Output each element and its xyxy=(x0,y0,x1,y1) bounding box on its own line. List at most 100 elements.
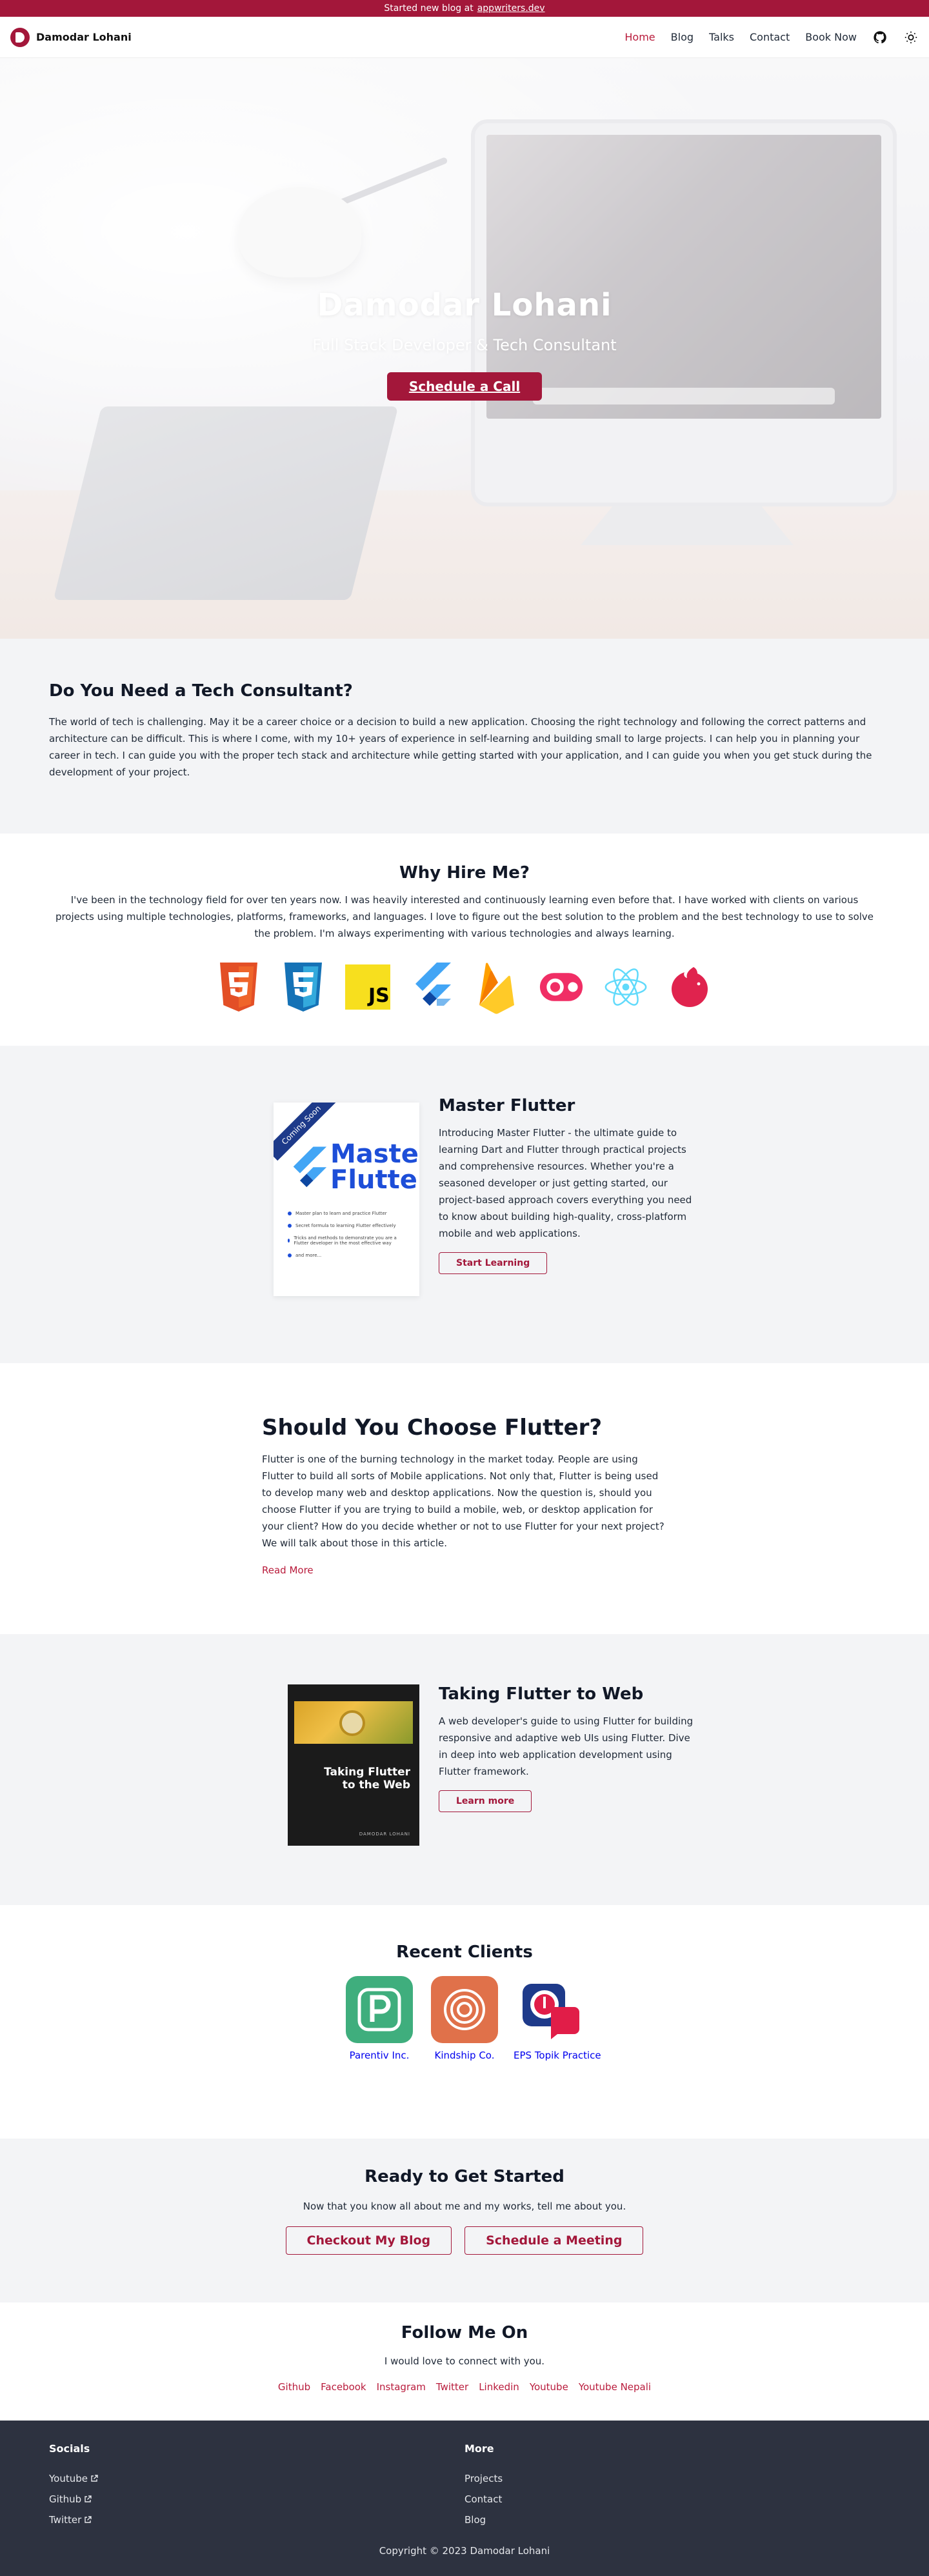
html5-icon xyxy=(216,961,261,1013)
ready-body: Now that you know all about me and my wo… xyxy=(303,2201,626,2212)
choose-flutter-title: Should You Choose Flutter? xyxy=(262,1415,603,1441)
master-flutter-cover-title: Master Flutter xyxy=(330,1139,419,1195)
footer-link-blog[interactable]: Blog xyxy=(464,2514,880,2526)
consultant-body: The world of tech is challenging. May it… xyxy=(49,716,872,778)
hero-title: Damodar Lohani xyxy=(317,287,612,323)
list-item: Tricks and methods to demonstrate you ar… xyxy=(288,1235,408,1246)
nav-link-book-now[interactable]: Book Now xyxy=(805,31,857,43)
footer-socials: Socials Youtube Github Twitter xyxy=(49,2442,464,2535)
checkout-blog-button[interactable]: Checkout My Blog xyxy=(285,2226,452,2255)
follow-link-linkedin[interactable]: Linkedin xyxy=(479,2381,519,2393)
follow-body: I would love to connect with you. xyxy=(384,2355,545,2367)
nav-link-home[interactable]: Home xyxy=(624,31,655,43)
follow-link-instagram[interactable]: Instagram xyxy=(377,2381,426,2393)
svg-text:JS: JS xyxy=(367,984,390,1007)
appwrite-icon xyxy=(539,961,584,1013)
kindship-logo-icon xyxy=(431,1976,498,2043)
eps-topik-logo-icon xyxy=(516,1976,583,2043)
follow-link-facebook[interactable]: Facebook xyxy=(321,2381,366,2393)
schedule-call-button[interactable]: Schedule a Call xyxy=(386,372,543,401)
footer-more-title: More xyxy=(464,2442,494,2455)
client-kindship[interactable]: Kindship Co. xyxy=(428,1976,501,2061)
footer-columns: Socials Youtube Github Twitter More Proj… xyxy=(49,2442,880,2535)
parentiv-logo-icon xyxy=(346,1976,413,2043)
footer-link-twitter[interactable]: Twitter xyxy=(49,2514,464,2526)
client-name: EPS Topik Practice xyxy=(514,2050,601,2061)
consultant-section: Do You Need a Tech Consultant? The world… xyxy=(0,639,929,834)
follow-links: Github Facebook Instagram Twitter Linked… xyxy=(0,2381,929,2393)
nav-link-blog[interactable]: Blog xyxy=(671,31,694,43)
footer-socials-title: Socials xyxy=(49,2442,90,2455)
why-hire-section: Why Hire Me? I've been in the technology… xyxy=(0,848,929,1046)
why-hire-title: Why Hire Me? xyxy=(399,863,530,883)
footer-link-projects[interactable]: Projects xyxy=(464,2473,880,2484)
follow-section: Follow Me On I would love to connect wit… xyxy=(0,2302,929,2421)
footer-link-github[interactable]: Github xyxy=(49,2493,464,2505)
choose-flutter-section: Should You Choose Flutter? Flutter is on… xyxy=(0,1363,929,1634)
github-icon[interactable] xyxy=(872,30,888,45)
nestjs-icon xyxy=(668,961,713,1013)
ready-title: Ready to Get Started xyxy=(365,2167,564,2186)
follow-link-twitter[interactable]: Twitter xyxy=(436,2381,468,2393)
flutter-web-title: Taking Flutter to Web xyxy=(439,1684,644,1704)
master-flutter-body: Introducing Master Flutter - the ultimat… xyxy=(439,1127,692,1239)
list-item: and more... xyxy=(288,1253,408,1258)
sun-icon[interactable] xyxy=(903,30,919,45)
learn-more-button[interactable]: Learn more xyxy=(439,1790,532,1812)
client-eps-topik[interactable]: EPS Topik Practice xyxy=(514,1976,601,2061)
choose-flutter-body: Flutter is one of the burning technology… xyxy=(262,1453,664,1549)
brand-link[interactable]: Damodar Lohani xyxy=(10,27,132,47)
ready-buttons: Checkout My Blog Schedule a Meeting xyxy=(0,2226,929,2255)
footer-more: More Projects Contact Blog xyxy=(464,2442,880,2535)
flutter-web-body: A web developer's guide to using Flutter… xyxy=(439,1715,694,1777)
flutter-web-cover-image xyxy=(294,1701,413,1744)
list-item: Master plan to learn and practice Flutte… xyxy=(288,1211,408,1216)
announcement-link[interactable]: appwriters.dev xyxy=(477,3,545,14)
footer-copyright: Copyright © 2023 Damodar Lohani xyxy=(379,2545,550,2557)
external-link-icon xyxy=(91,2475,98,2482)
start-learning-button[interactable]: Start Learning xyxy=(439,1252,548,1274)
footer: Socials Youtube Github Twitter More Proj… xyxy=(0,2421,929,2576)
master-flutter-title: Master Flutter xyxy=(439,1096,575,1115)
announcement-text: Started new blog at xyxy=(384,3,474,14)
follow-link-github[interactable]: Github xyxy=(278,2381,310,2393)
clients-row: Parentiv Inc. Kindship Co. EPS Topik Pra… xyxy=(0,1976,929,2061)
firebase-icon xyxy=(474,961,519,1014)
read-more-link[interactable]: Read More xyxy=(262,1564,314,1576)
footer-link-youtube[interactable]: Youtube xyxy=(49,2473,464,2484)
announcement-bar: Started new blog at appwriters.dev xyxy=(0,0,929,17)
nav-link-contact[interactable]: Contact xyxy=(750,31,790,43)
follow-title: Follow Me On xyxy=(401,2323,528,2342)
hero-section: Damodar Lohani Full Stack Developer & Te… xyxy=(0,58,929,639)
nav-link-talks[interactable]: Talks xyxy=(709,31,734,43)
section-divider xyxy=(0,834,929,848)
schedule-meeting-button[interactable]: Schedule a Meeting xyxy=(464,2226,644,2255)
flutter-web-section: Taking Flutter to the Web DAMODAR LOHANI… xyxy=(0,1634,929,1905)
clients-title: Recent Clients xyxy=(396,1942,533,1962)
client-name: Parentiv Inc. xyxy=(349,2050,410,2061)
list-item: Secret formula to learning Flutter effec… xyxy=(288,1223,408,1228)
follow-link-youtube[interactable]: Youtube xyxy=(530,2381,568,2393)
external-link-icon xyxy=(85,2495,92,2502)
client-parentiv[interactable]: Parentiv Inc. xyxy=(343,1976,415,2061)
choose-flutter-content: Should You Choose Flutter? Flutter is on… xyxy=(262,1415,668,1576)
footer-link-contact[interactable]: Contact xyxy=(464,2493,880,2505)
flutter-web-cover-author: DAMODAR LOHANI xyxy=(359,1832,410,1837)
navbar: Damodar Lohani Home Blog Talks Contact B… xyxy=(0,17,929,58)
flutter-web-info: Taking Flutter to Web A web developer's … xyxy=(439,1684,697,1812)
ready-section: Ready to Get Started Now that you know a… xyxy=(0,2139,929,2302)
react-icon xyxy=(603,961,648,1013)
brand-name: Damodar Lohani xyxy=(36,31,132,43)
hero-content: Damodar Lohani Full Stack Developer & Te… xyxy=(0,287,929,401)
hero-subtitle: Full Stack Developer & Tech Consultant xyxy=(312,336,617,354)
follow-link-youtube-nepali[interactable]: Youtube Nepali xyxy=(579,2381,651,2393)
master-flutter-cover: Coming Soon Master Flutter Master plan t… xyxy=(274,1103,419,1296)
flutter-icon xyxy=(410,961,455,1013)
why-hire-body: I've been in the technology field for ov… xyxy=(55,894,874,939)
external-link-icon xyxy=(85,2516,92,2523)
clients-section: Recent Clients Parentiv Inc. Kindship Co… xyxy=(0,1905,929,2139)
nav-links: Home Blog Talks Contact Book Now xyxy=(624,30,919,45)
brand-logo-icon xyxy=(10,27,30,47)
master-flutter-info: Master Flutter Introducing Master Flutte… xyxy=(439,1096,697,1274)
flutter-web-cover-title: Taking Flutter to the Web xyxy=(324,1766,410,1792)
